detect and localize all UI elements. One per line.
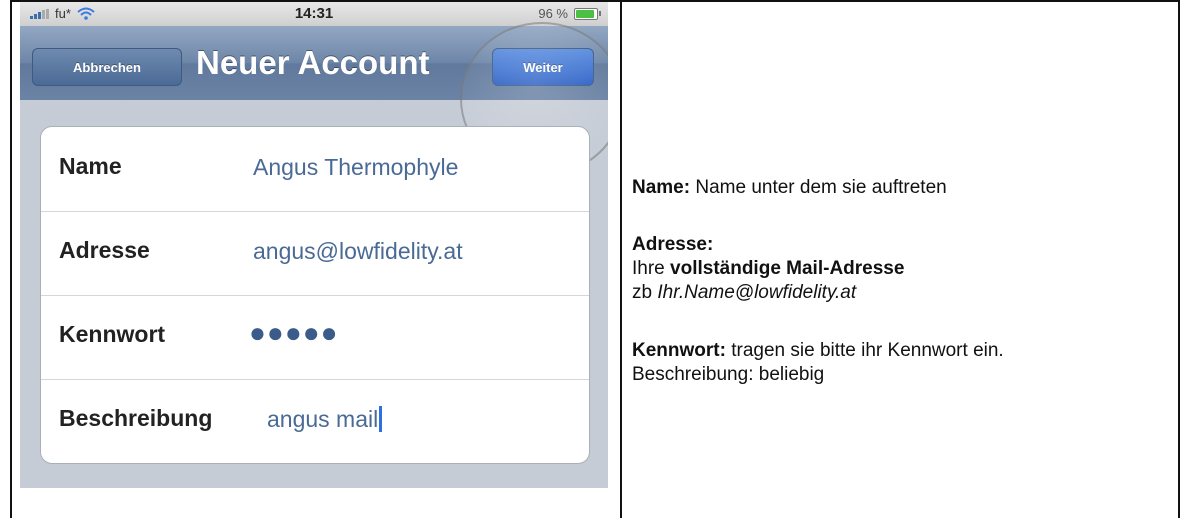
note-address-label: Adresse: (632, 234, 714, 255)
note-name-label: Name: (632, 177, 691, 198)
battery-icon (574, 7, 601, 20)
note-example-prefix: zb (632, 282, 653, 303)
form-row-address[interactable]: Adresse angus@lowfidelity.at (41, 211, 589, 296)
next-button[interactable]: Weiter (492, 48, 594, 86)
note-address-line: Ihre vollständige Mail-Adresse (632, 257, 904, 281)
table-border-left (10, 0, 12, 518)
note-name: Name: Name unter dem sie auftreten (632, 176, 947, 200)
password-field[interactable]: ●●●●● (249, 317, 339, 349)
page-title: Neuer Account (196, 44, 430, 81)
note-address-heading: Adresse: (632, 233, 713, 257)
note-password-label: Kennwort: (632, 340, 726, 361)
status-bar: fu* 14:31 96 % (20, 2, 608, 26)
battery-indicator: 96 % (538, 6, 601, 21)
description-field[interactable]: angus mail (267, 406, 383, 433)
status-time: 14:31 (294, 5, 334, 22)
note-password: Kennwort: tragen sie bitte ihr Kennwort … (632, 339, 1004, 363)
note-example-address: Ihr.Name@lowfidelity.at (657, 282, 857, 303)
note-password-text: tragen sie bitte ihr Kennwort ein. (731, 340, 1004, 361)
form-row-name[interactable]: Name Angus Thermophyle (41, 127, 589, 212)
note-name-text: Name unter dem sie auftreten (695, 177, 947, 198)
form-row-description[interactable]: Beschreibung angus mail (41, 379, 589, 463)
table-border-middle (620, 0, 622, 518)
name-field[interactable]: Angus Thermophyle (253, 154, 458, 181)
description-value: angus mail (267, 406, 379, 432)
note-address-example: zb Ihr.Name@lowfidelity.at (632, 281, 856, 305)
account-form: Name Angus Thermophyle Adresse angus@low… (40, 126, 590, 464)
note-description: Beschreibung: beliebig (632, 364, 825, 385)
text-cursor (379, 406, 383, 432)
cancel-button[interactable]: Abbrechen (32, 48, 182, 86)
description-label: Beschreibung (59, 405, 213, 431)
address-field[interactable]: angus@lowfidelity.at (253, 238, 463, 265)
battery-percent: 96 % (538, 6, 568, 21)
address-label: Adresse (59, 237, 150, 263)
password-label: Kennwort (59, 321, 166, 347)
form-row-password[interactable]: Kennwort ●●●●● (41, 295, 589, 380)
name-label: Name (59, 153, 122, 179)
note-address-bold: vollständige Mail-Adresse (670, 258, 905, 279)
table-border-right (1178, 0, 1180, 518)
navigation-bar: Abbrechen Neuer Account Weiter (20, 26, 608, 100)
note-address-prefix: Ihre (632, 258, 665, 279)
iphone-screenshot: fu* 14:31 96 % Abbrechen Neuer Account W… (20, 2, 608, 488)
